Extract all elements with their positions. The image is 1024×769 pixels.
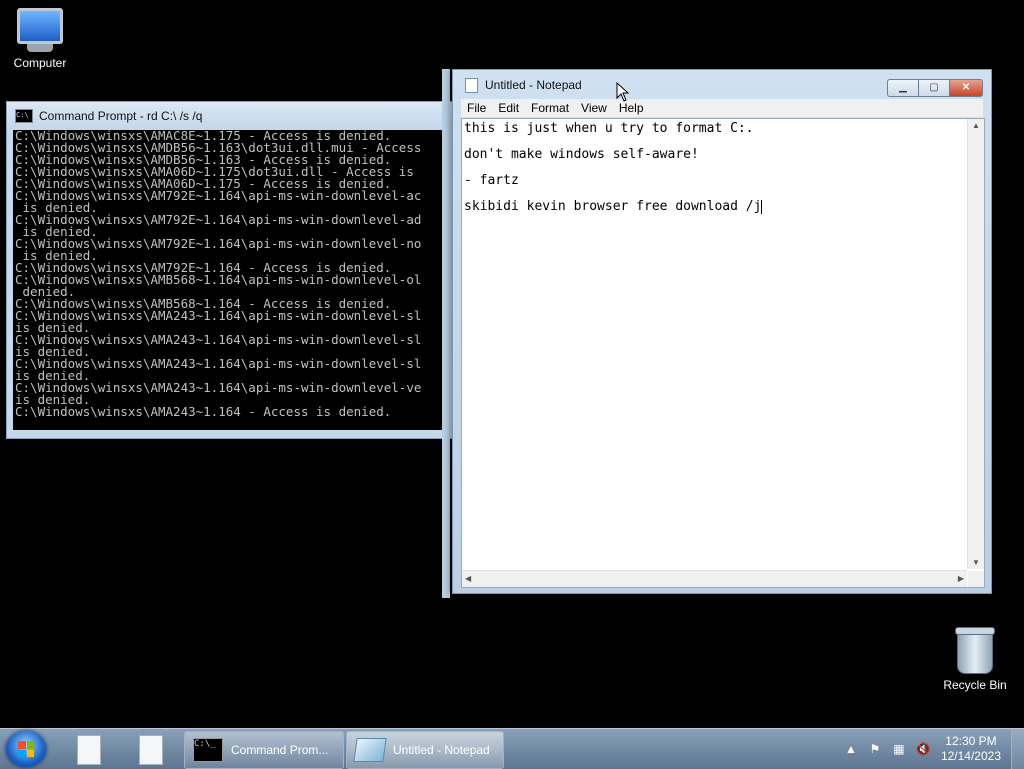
taskbar: C:\_ Command Prom... Untitled - Notepad … (0, 728, 1024, 769)
scroll-down-arrow-icon[interactable]: ▼ (972, 558, 980, 567)
notepad-line-text: - fartz (464, 173, 519, 188)
start-button[interactable] (6, 731, 46, 767)
desktop-icon-recycle-bin[interactable]: Recycle Bin (935, 627, 1015, 692)
cmd-output-line: C:\Windows\winsxs\AMB568~1.164\api-ms-wi… (15, 272, 422, 287)
menu-item-edit[interactable]: Edit (492, 99, 525, 117)
cmd-icon: C:\_ (193, 738, 223, 762)
pinned-file-icon[interactable] (77, 735, 101, 765)
clock-time: 12:30 PM (945, 734, 997, 748)
notepad-text: this is just when u try to format C:. don… (464, 121, 763, 225)
recycle-bin-icon (935, 627, 1015, 674)
text-caret (761, 199, 763, 214)
scroll-left-arrow-icon[interactable]: ◀ (465, 574, 471, 583)
notepad-titlebar[interactable]: Untitled - Notepad ▁ ▢ ✕ (453, 70, 991, 100)
clock-date: 12/14/2023 (940, 749, 1001, 763)
scroll-up-arrow-icon[interactable]: ▲ (972, 121, 980, 130)
cmd-titlebar[interactable]: C:\ Command Prompt - rd C:\ /s /q (7, 102, 452, 130)
pinned-file-icon[interactable] (139, 735, 163, 765)
notepad-text-line: - fartz (464, 173, 762, 199)
vertical-scrollbar[interactable]: ▲ ▼ (967, 119, 984, 569)
show-desktop-button[interactable] (1011, 729, 1024, 769)
command-prompt-window[interactable]: C:\ Command Prompt - rd C:\ /s /q C:\Win… (6, 101, 453, 439)
scroll-right-arrow-icon[interactable]: ▶ (958, 574, 964, 583)
notepad-text-line: don't make windows self-aware! (464, 147, 762, 173)
notepad-text-line: skibidi kevin browser free download /j (464, 199, 763, 225)
network-icon[interactable]: ▦ (891, 741, 907, 757)
notepad-icon (353, 738, 387, 762)
desktop-icon-label: Computer (13, 56, 67, 70)
action-center-flag-icon[interactable]: ⚑ (867, 741, 883, 757)
notepad-line-text: don't make windows self-aware! (464, 147, 699, 162)
notepad-window[interactable]: Untitled - Notepad ▁ ▢ ✕ File Edit Format V… (452, 69, 992, 594)
notepad-title: Untitled - Notepad (485, 78, 582, 92)
notepad-text-area[interactable]: this is just when u try to format C:. don… (461, 118, 985, 588)
mouse-cursor-icon (616, 82, 630, 102)
clock[interactable]: 12:30 PM 12/14/2023 (941, 734, 1001, 764)
taskbar-button-label: Command Prom... (231, 743, 329, 757)
computer-icon (0, 8, 80, 52)
close-button[interactable]: ✕ (949, 79, 983, 97)
cmd-window-icon: C:\ (15, 109, 33, 123)
taskbar-button-notepad[interactable]: Untitled - Notepad (346, 731, 504, 769)
notepad-line-text: skibidi kevin browser free download /j (464, 199, 762, 214)
system-tray: ▲ ⚑ ▦ 🔇 12:30 PM 12/14/2023 (839, 729, 1024, 769)
horizontal-scrollbar[interactable]: ◀ ▶ (462, 570, 967, 587)
show-hidden-icons-icon[interactable]: ▲ (843, 741, 859, 757)
taskbar-button-label: Untitled - Notepad (393, 743, 490, 757)
cmd-output-line: C:\Windows\winsxs\AMA243~1.164 - Access … (15, 404, 392, 419)
menu-item-format[interactable]: Format (525, 99, 575, 117)
minimize-button[interactable]: ▁ (887, 79, 918, 97)
menu-item-view[interactable]: View (575, 99, 613, 117)
notepad-menubar: File Edit Format View Help (461, 99, 983, 117)
resize-grip[interactable] (968, 571, 984, 587)
notepad-window-icon (465, 77, 478, 93)
cmd-title: Command Prompt - rd C:\ /s /q (39, 109, 203, 123)
taskbar-button-command-prompt[interactable]: C:\_ Command Prom... (184, 731, 344, 769)
maximize-button[interactable]: ▢ (918, 79, 949, 97)
notepad-text-line: this is just when u try to format C:. (464, 121, 762, 147)
desktop-icon-computer[interactable]: Computer (0, 8, 80, 70)
desktop-icon-label: Recycle Bin (943, 678, 1007, 692)
volume-muted-icon[interactable]: 🔇 (915, 741, 931, 757)
menu-item-file[interactable]: File (461, 99, 492, 117)
notepad-line-text: this is just when u try to format C:. (464, 121, 754, 136)
cmd-output[interactable]: C:\Windows\winsxs\AMAC8E~1.175 - Access … (13, 130, 449, 430)
notepad-window-edge (442, 69, 450, 598)
windows-logo-icon (18, 741, 34, 757)
